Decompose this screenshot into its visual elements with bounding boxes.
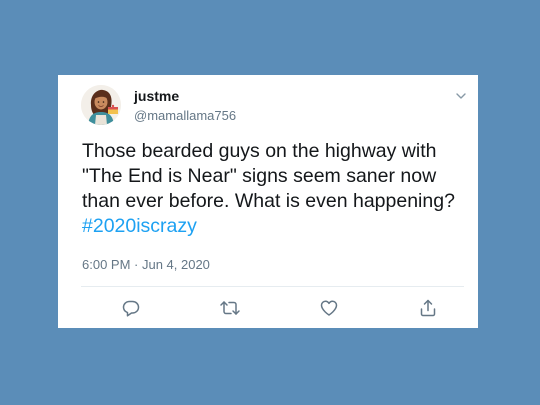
retweet-button[interactable] xyxy=(219,297,241,319)
avatar[interactable] xyxy=(81,85,121,125)
hashtag-link[interactable]: #2020iscrazy xyxy=(82,215,197,237)
retweet-icon xyxy=(220,301,240,315)
share-icon xyxy=(420,299,436,317)
share-button[interactable] xyxy=(417,297,439,319)
reply-icon xyxy=(122,300,140,317)
avatar-illustration-icon xyxy=(81,85,121,125)
page-background: justme @mamallama756 Those bearded guys … xyxy=(0,0,540,405)
display-name[interactable]: justme xyxy=(134,88,179,104)
heart-icon xyxy=(320,300,338,316)
tweet-text: Those bearded guys on the highway with "… xyxy=(82,139,474,239)
divider xyxy=(81,286,464,287)
chevron-down-icon[interactable] xyxy=(454,89,468,103)
like-button[interactable] xyxy=(318,297,340,319)
tweet-card: justme @mamallama756 Those bearded guys … xyxy=(58,75,478,328)
tweet-text-main: Those bearded guys on the highway with "… xyxy=(82,140,455,212)
user-handle[interactable]: @mamallama756 xyxy=(134,108,236,123)
tweet-timestamp[interactable]: 6:00 PM · Jun 4, 2020 xyxy=(82,257,210,272)
reply-button[interactable] xyxy=(120,297,142,319)
